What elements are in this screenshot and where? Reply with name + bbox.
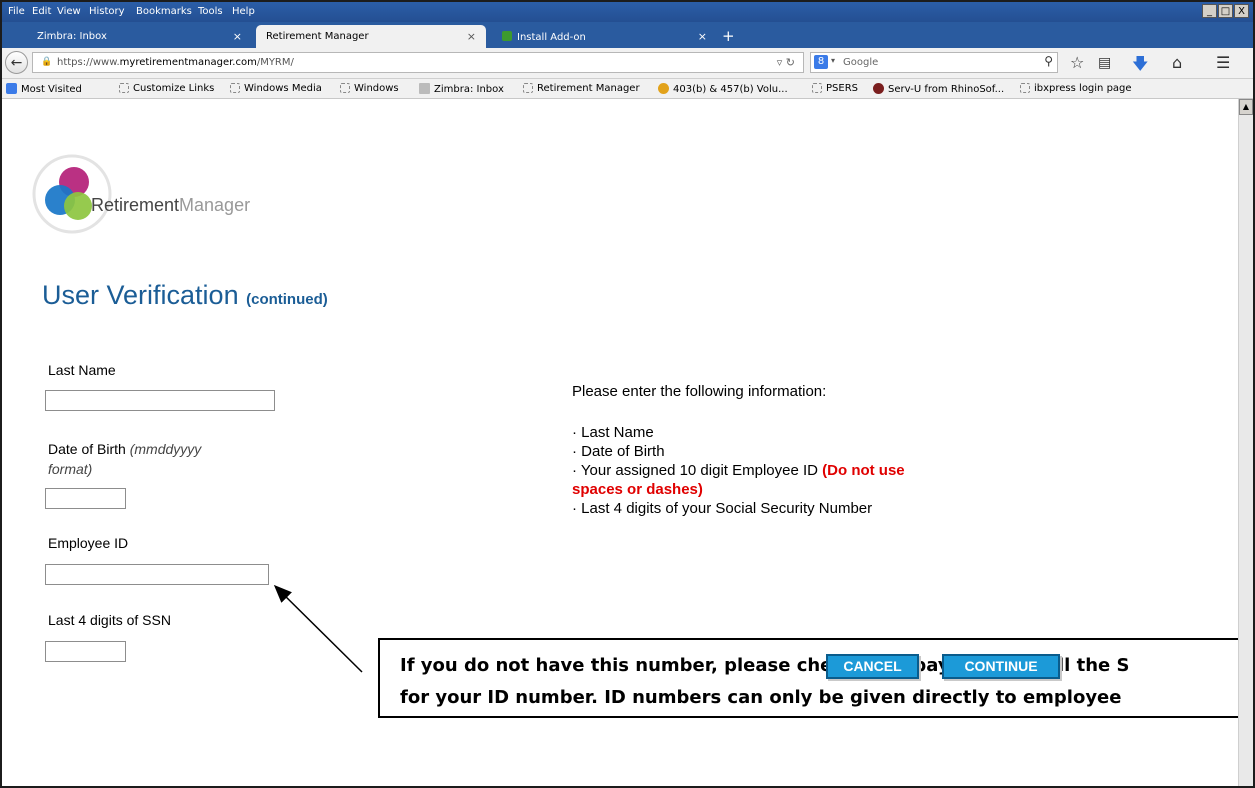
menu-icon[interactable]: ☰ bbox=[1216, 53, 1230, 72]
tab-label: Retirement Manager bbox=[266, 31, 369, 42]
cancel-button[interactable]: CANCEL bbox=[826, 654, 919, 679]
url-host: myretirementmanager.com bbox=[119, 57, 257, 68]
tab-strip: Zimbra: Inbox × Retirement Manager × Ins… bbox=[2, 22, 1253, 48]
zimbra-icon bbox=[419, 83, 430, 94]
tab-retirement-manager[interactable]: Retirement Manager × bbox=[256, 25, 486, 48]
callout-line: If you do not have this number, please c… bbox=[400, 655, 1130, 676]
menu-edit[interactable]: Edit bbox=[32, 6, 51, 17]
bookmarks-toolbar: Most Visited Customize Links Windows Med… bbox=[2, 79, 1253, 99]
url-prefix: https://www. bbox=[57, 57, 120, 68]
callout-line: for your ID number. ID numbers can only … bbox=[400, 687, 1122, 708]
tab-close-icon[interactable]: × bbox=[233, 30, 242, 43]
menu-tools[interactable]: Tools bbox=[198, 6, 223, 17]
back-arrow-icon: ← bbox=[10, 55, 23, 71]
search-placeholder: Google bbox=[843, 57, 879, 68]
scroll-up-arrow-icon[interactable]: ▲ bbox=[1239, 99, 1253, 115]
browser-window: File Edit View History Bookmarks Tools H… bbox=[0, 0, 1255, 788]
page-icon bbox=[812, 83, 822, 93]
url-bar[interactable]: 🔒 https://www.myretirementmanager.com/MY… bbox=[32, 52, 804, 73]
menu-view[interactable]: View bbox=[57, 6, 81, 17]
employee-id-input[interactable] bbox=[45, 564, 269, 585]
menu-bookmarks[interactable]: Bookmarks bbox=[136, 6, 192, 17]
retirement-manager-logo bbox=[32, 154, 112, 234]
page-content: RetirementManager User Verification (con… bbox=[2, 99, 1238, 786]
warning-note: spaces or dashes) bbox=[572, 481, 703, 498]
instruction-item: · Last Name bbox=[572, 424, 654, 441]
instruction-item: · Your assigned 10 digit Employee ID (Do… bbox=[572, 462, 905, 479]
globe-icon bbox=[658, 83, 669, 94]
instruction-item: · Date of Birth bbox=[572, 443, 665, 460]
google-icon[interactable]: 8 bbox=[814, 55, 828, 69]
employee-id-callout: If you do not have this number, please c… bbox=[378, 638, 1238, 718]
menu-history[interactable]: History bbox=[89, 6, 125, 17]
search-bar[interactable]: 8 ▾ Google ⚲ bbox=[810, 52, 1058, 73]
employee-id-label: Employee ID bbox=[48, 535, 129, 551]
bookmark-customize-links[interactable]: Customize Links bbox=[119, 83, 214, 94]
continue-button[interactable]: CONTINUE bbox=[942, 654, 1060, 679]
page-icon bbox=[119, 83, 129, 93]
dob-label: Date of Birth (mmddyyyy format) bbox=[48, 441, 202, 477]
navigation-bar: ← 🔒 https://www.myretirementmanager.com/… bbox=[2, 48, 1253, 79]
page-icon bbox=[1020, 83, 1030, 93]
last-name-label: Last Name bbox=[48, 362, 116, 378]
ssn-label: Last 4 digits of SSN bbox=[48, 612, 171, 628]
engine-dropdown-icon[interactable]: ▾ bbox=[831, 56, 835, 65]
bookmark-zimbra[interactable]: Zimbra: Inbox bbox=[419, 83, 504, 95]
bookmark-star-icon[interactable]: ☆ bbox=[1070, 53, 1084, 72]
menu-help[interactable]: Help bbox=[232, 6, 255, 17]
close-window-button[interactable]: X bbox=[1234, 4, 1249, 18]
warning-note: (Do not use bbox=[822, 462, 905, 479]
instructions: Please enter the following information: … bbox=[572, 382, 905, 518]
tab-label: Zimbra: Inbox bbox=[37, 31, 107, 42]
downloads-icon[interactable]: 🡇 bbox=[1132, 53, 1148, 80]
home-icon[interactable]: ⌂ bbox=[1172, 53, 1182, 72]
instructions-intro: Please enter the following information: bbox=[572, 383, 827, 400]
bookmark-psers[interactable]: PSERS bbox=[812, 83, 858, 94]
puzzle-icon bbox=[502, 31, 512, 41]
page-icon bbox=[523, 83, 533, 93]
vertical-scrollbar[interactable]: ▲ bbox=[1238, 99, 1253, 786]
page-icon bbox=[230, 83, 240, 93]
minimize-button[interactable]: _ bbox=[1202, 4, 1217, 18]
tab-install-addon[interactable]: Install Add-on × bbox=[492, 25, 717, 48]
last-name-input[interactable] bbox=[45, 390, 275, 411]
page-title: User Verification (continued) bbox=[42, 280, 328, 310]
ssn-input[interactable] bbox=[45, 641, 126, 662]
bookmark-windows[interactable]: Windows bbox=[340, 83, 399, 94]
page-icon bbox=[340, 83, 350, 93]
window-controls: _ □ X bbox=[1201, 4, 1249, 18]
search-icon[interactable]: ⚲ bbox=[1044, 54, 1053, 68]
bookmark-retirement-manager[interactable]: Retirement Manager bbox=[523, 83, 640, 94]
instruction-item: · Last 4 digits of your Social Security … bbox=[572, 500, 873, 517]
bookmark-serv-u[interactable]: Serv-U from RhinoSof... bbox=[873, 83, 1004, 95]
tab-close-icon[interactable]: × bbox=[698, 30, 707, 43]
title-suffix: (continued) bbox=[246, 291, 328, 308]
tab-zimbra-inbox[interactable]: Zimbra: Inbox × bbox=[27, 25, 252, 48]
menu-bar: File Edit View History Bookmarks Tools H… bbox=[2, 2, 1253, 22]
reload-icon[interactable]: ▿ ↻ bbox=[777, 56, 795, 69]
rhino-icon bbox=[873, 83, 884, 94]
bookmark-windows-media[interactable]: Windows Media bbox=[230, 83, 322, 94]
dob-input[interactable] bbox=[45, 488, 126, 509]
lock-icon: 🔒 bbox=[41, 57, 53, 67]
reading-list-icon[interactable]: ▤ bbox=[1098, 55, 1111, 71]
maximize-button[interactable]: □ bbox=[1218, 4, 1233, 18]
tab-close-icon[interactable]: × bbox=[467, 30, 476, 43]
menu-file[interactable]: File bbox=[8, 6, 25, 17]
bookmark-most-visited[interactable]: Most Visited bbox=[6, 83, 82, 95]
most-visited-icon bbox=[6, 83, 17, 94]
new-tab-button[interactable]: + bbox=[722, 27, 735, 45]
bookmark-403b[interactable]: 403(b) & 457(b) Volu... bbox=[658, 83, 788, 95]
url-path: /MYRM/ bbox=[256, 57, 294, 68]
back-button[interactable]: ← bbox=[5, 51, 28, 74]
brand-name: RetirementManager bbox=[91, 195, 251, 215]
bookmark-ibxpress[interactable]: ibxpress login page bbox=[1020, 83, 1132, 94]
tab-label: Install Add-on bbox=[517, 32, 586, 43]
